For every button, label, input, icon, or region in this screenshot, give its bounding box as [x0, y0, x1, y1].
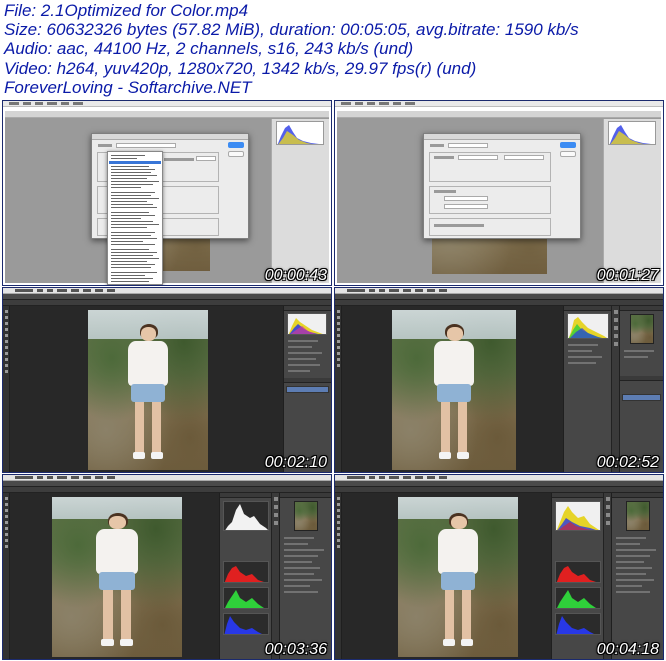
histogram-luminosity [223, 501, 269, 531]
right-panel[interactable] [283, 306, 331, 472]
timestamp-label: 00:04:18 [596, 641, 659, 658]
histogram-composite [555, 501, 601, 531]
document-photo [392, 310, 516, 470]
ok-button[interactable] [560, 142, 576, 148]
histogram-channels-panel[interactable] [551, 493, 603, 659]
layers-panel[interactable] [619, 306, 663, 472]
canvas-area [342, 493, 551, 659]
histogram-red [555, 561, 601, 583]
timestamp-label: 00:03:36 [264, 641, 327, 658]
thumbnail-5[interactable]: 00:03:36 [2, 474, 332, 660]
ok-button[interactable] [228, 142, 244, 148]
layer-item[interactable] [622, 394, 661, 401]
document-photo [398, 497, 518, 657]
cancel-button[interactable] [560, 151, 576, 157]
thumbnail-1[interactable]: 00:00:43 [2, 100, 332, 286]
document-photo [88, 310, 208, 470]
layer-item[interactable] [286, 386, 329, 393]
canvas-area [342, 306, 563, 472]
timestamp-label: 00:02:52 [596, 454, 659, 471]
document-photo [52, 497, 182, 657]
audio-info-line: Audio: aac, 44100 Hz, 2 channels, s16, 2… [4, 39, 414, 59]
canvas-area [10, 493, 219, 659]
thumbnail-3[interactable]: 00:02:10 [2, 287, 332, 473]
tools-panel[interactable] [3, 493, 10, 659]
histogram-green [555, 587, 601, 609]
histogram-blue [555, 613, 601, 635]
histogram-panel [287, 313, 327, 335]
panel-icon-strip[interactable] [611, 306, 619, 472]
tools-panel[interactable] [335, 306, 342, 472]
histogram-green [223, 587, 269, 609]
panel-icon-strip[interactable] [603, 493, 611, 659]
layers-panel[interactable] [279, 493, 331, 659]
histogram-blue [223, 613, 269, 635]
histogram-red [223, 561, 269, 583]
video-info-line: Video: h264, yuv420p, 1280x720, 1342 kb/… [4, 58, 477, 78]
panel-icon-strip[interactable] [271, 493, 279, 659]
tools-panel[interactable] [3, 306, 10, 472]
working-space-dropdown[interactable] [107, 151, 163, 285]
timestamp-label: 00:02:10 [264, 454, 327, 471]
mac-menubar [335, 101, 663, 107]
thumbnail-4[interactable]: 00:02:52 [334, 287, 664, 473]
right-panel [271, 119, 329, 283]
histogram-channels-panel[interactable] [219, 493, 271, 659]
histogram-panel [567, 313, 609, 339]
thumbnail-2[interactable]: 00:01:27 [334, 100, 664, 286]
mac-menubar [3, 101, 331, 107]
thumbnail-6[interactable]: 00:04:18 [334, 474, 664, 660]
timestamp-label: 00:00:43 [264, 267, 327, 284]
timestamp-label: 00:01:27 [596, 267, 659, 284]
credit-line: ForeverLoving - Softarchive.NET [4, 77, 252, 97]
file-name-line: File: 2.1Optimized for Color.mp4 [4, 1, 249, 20]
cancel-button[interactable] [228, 151, 244, 157]
histogram-panel-container[interactable] [563, 306, 611, 472]
histogram-panel [608, 121, 656, 145]
tools-panel[interactable] [335, 493, 342, 659]
layers-panel[interactable] [611, 493, 663, 659]
color-settings-dialog[interactable] [423, 133, 581, 239]
canvas-area [10, 306, 283, 472]
right-panel [603, 119, 661, 283]
file-size-line: Size: 60632326 bytes (57.82 MiB), durati… [4, 20, 579, 40]
histogram-panel [276, 121, 324, 145]
file-info-header: File: 2.1Optimized for Color.mp4 Size: 6… [0, 0, 666, 100]
